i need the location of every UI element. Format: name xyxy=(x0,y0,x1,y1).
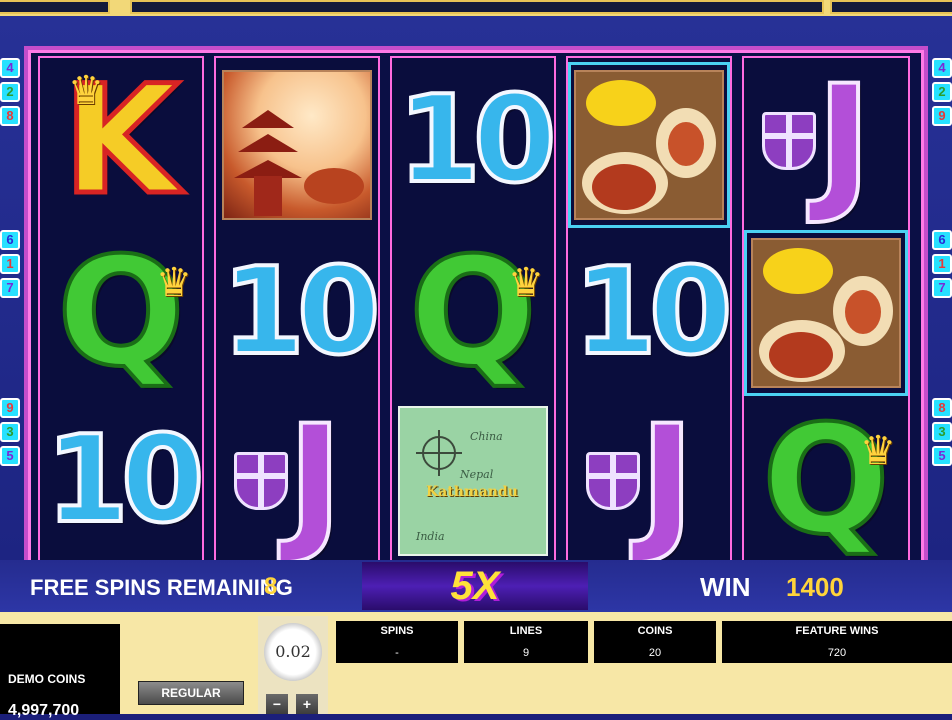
symbol-letter: 10 xyxy=(396,71,559,210)
symbol-jack: J xyxy=(744,58,908,224)
symbol-jack: J xyxy=(216,398,378,564)
payline-marker[interactable]: 5 xyxy=(0,446,20,466)
symbol-queen: Q ♛ xyxy=(392,230,554,396)
stat-value: 20 xyxy=(648,647,662,659)
stat-value: - xyxy=(395,647,399,659)
coin-decrease-button[interactable]: − xyxy=(266,694,288,714)
stat-spins: SPINS - xyxy=(336,621,458,663)
crown-icon: ♛ xyxy=(860,429,896,473)
regular-button[interactable]: REGULAR xyxy=(138,681,244,705)
crown-icon: ♛ xyxy=(508,261,544,305)
symbol-ten: 10 xyxy=(216,230,383,396)
stat-value: 9 xyxy=(522,647,530,659)
demo-coins-label: DEMO COINS xyxy=(8,672,86,686)
multiplier-banner: 5X xyxy=(362,562,588,610)
symbol-pagoda xyxy=(216,62,378,228)
shield-icon xyxy=(762,112,816,170)
payline-marker[interactable]: 3 xyxy=(0,422,20,442)
map-label: China xyxy=(470,430,503,443)
win-label: WIN xyxy=(700,572,751,602)
symbol-letter: 10 xyxy=(44,411,207,550)
payline-marker[interactable]: 7 xyxy=(932,278,952,298)
symbol-letter: J xyxy=(285,394,345,568)
paylines-right-bottom: 8 3 5 xyxy=(932,398,952,466)
reel-frame: ♛ K Q ♛ 10 10 J 10 Q ♛ China Nepal Kathm… xyxy=(24,46,928,572)
multiplier-value: 5X xyxy=(450,563,500,608)
payline-marker[interactable]: 3 xyxy=(932,422,952,442)
payline-marker[interactable]: 5 xyxy=(932,446,952,466)
reel-1: ♛ K Q ♛ 10 xyxy=(38,56,207,566)
map-label: Nepal xyxy=(460,468,494,481)
stat-header: FEATURE WINS xyxy=(795,625,879,637)
paylines-left-mid: 6 1 7 xyxy=(0,230,20,298)
payline-marker[interactable]: 1 xyxy=(932,254,952,274)
payline-marker[interactable]: 4 xyxy=(932,58,952,78)
map-label: India xyxy=(416,530,445,543)
symbol-queen: Q ♛ xyxy=(744,398,908,564)
reel-2: 10 J xyxy=(214,56,383,566)
stat-lines: LINES 9 xyxy=(464,621,588,663)
stat-feature-wins: FEATURE WINS 720 xyxy=(722,621,952,663)
stat-header: LINES xyxy=(509,625,543,637)
reel-4: 10 J xyxy=(566,56,735,566)
reel-5: J Q ♛ xyxy=(742,56,910,566)
symbol-letter: 10 xyxy=(572,243,735,382)
paylines-right-top: 4 2 9 xyxy=(932,58,952,126)
symbol-spices xyxy=(744,230,908,396)
paylines-left-bottom: 9 3 5 xyxy=(0,398,20,466)
symbol-letter: J xyxy=(637,394,697,568)
payline-marker[interactable]: 7 xyxy=(0,278,20,298)
shield-icon xyxy=(586,452,640,510)
symbol-king: ♛ K xyxy=(40,58,202,224)
paylines-left-top: 4 2 8 xyxy=(0,58,20,126)
stat-header: SPINS xyxy=(380,625,414,637)
symbol-letter: J xyxy=(814,54,874,228)
coin-value-chip[interactable]: 0.02 xyxy=(264,623,322,681)
shield-icon xyxy=(234,452,288,510)
stat-coins: COINS 20 xyxy=(594,621,716,663)
symbol-ten: 10 xyxy=(568,230,735,396)
payline-marker[interactable]: 2 xyxy=(932,82,952,102)
symbol-queen: Q ♛ xyxy=(40,230,202,396)
top-bar-segment xyxy=(830,0,952,14)
payline-marker[interactable]: 6 xyxy=(932,230,952,250)
map-picture: China Nepal Kathmandu India xyxy=(398,406,548,556)
free-spins-value: 8 xyxy=(264,573,278,600)
payline-marker[interactable]: 4 xyxy=(0,58,20,78)
target-icon xyxy=(416,430,462,476)
stat-header: COINS xyxy=(637,625,673,637)
free-spins-label: FREE SPINS REMAINING xyxy=(30,575,293,600)
reel-3: 10 Q ♛ China Nepal Kathmandu India xyxy=(390,56,559,566)
crown-icon: ♛ xyxy=(68,69,104,113)
stat-value: 720 xyxy=(827,647,847,659)
symbol-map: China Nepal Kathmandu India xyxy=(392,398,554,564)
coin-increase-button[interactable]: + xyxy=(296,694,318,714)
spices-picture xyxy=(751,238,901,388)
win-value: 1400 xyxy=(786,572,844,602)
payline-marker[interactable]: 8 xyxy=(932,398,952,418)
payline-marker[interactable]: 9 xyxy=(0,398,20,418)
payline-marker[interactable]: 2 xyxy=(0,82,20,102)
payline-marker[interactable]: 8 xyxy=(0,106,20,126)
map-capital-label: Kathmandu xyxy=(426,484,518,500)
slot-stage: 4 2 8 6 1 7 9 3 5 4 2 9 6 1 7 8 3 5 ♛ K xyxy=(0,16,952,612)
symbol-ten: 10 xyxy=(40,398,207,564)
paylines-right-mid: 6 1 7 xyxy=(932,230,952,298)
top-bar xyxy=(0,0,952,16)
symbol-letter: 10 xyxy=(220,243,383,382)
demo-coins-box: DEMO COINS 4,997,700 xyxy=(0,624,120,719)
symbol-spices xyxy=(568,62,730,228)
payline-marker[interactable]: 9 xyxy=(932,106,952,126)
symbol-ten: 10 xyxy=(392,58,559,224)
top-bar-segment xyxy=(0,0,110,14)
payline-marker[interactable]: 6 xyxy=(0,230,20,250)
pagoda-picture xyxy=(222,70,372,220)
spices-picture xyxy=(574,70,724,220)
demo-coins-value: 4,997,700 xyxy=(8,702,80,719)
payline-marker[interactable]: 1 xyxy=(0,254,20,274)
symbol-jack: J xyxy=(568,398,730,564)
top-bar-segment xyxy=(130,0,824,14)
crown-icon: ♛ xyxy=(156,261,192,305)
